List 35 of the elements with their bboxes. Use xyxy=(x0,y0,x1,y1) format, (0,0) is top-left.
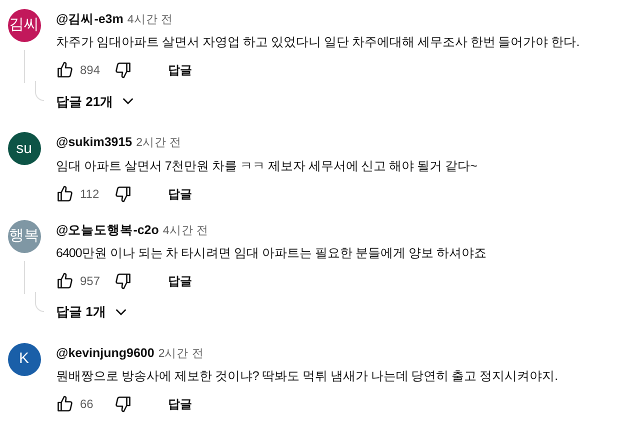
comment-text: 임대 아파트 살면서 7천만원 차를 ㅋㅋ 제보자 세무서에 신고 해야 될거 같다~ xyxy=(56,158,478,174)
user-handle[interactable]: @김씨-e3m xyxy=(56,10,124,29)
reply-button[interactable]: 답글 xyxy=(168,184,192,202)
avatar[interactable]: K xyxy=(8,342,40,376)
like-count: 957 xyxy=(80,272,102,290)
like-count: 112 xyxy=(80,186,100,202)
avatar[interactable]: 김씨 xyxy=(8,9,40,42)
like-count: 894 xyxy=(80,62,102,80)
like-count: 66 xyxy=(80,396,94,413)
comment-time: 4시간 전 xyxy=(162,224,208,238)
thread-curve xyxy=(35,292,44,312)
user-handle[interactable]: @kevinjung9600 xyxy=(56,344,154,362)
thumbs-down-icon[interactable] xyxy=(114,61,132,80)
reply-button[interactable]: 답글 xyxy=(168,395,192,413)
thumbs-up-icon[interactable] xyxy=(56,272,74,290)
avatar[interactable]: su xyxy=(8,132,40,166)
thumbs-up-icon[interactable] xyxy=(56,395,74,413)
thumbs-up-icon[interactable] xyxy=(56,184,74,202)
thumbs-down-icon[interactable] xyxy=(114,395,132,413)
thumbs-down-icon[interactable] xyxy=(114,272,132,290)
comment-time: 4시간 전 xyxy=(127,13,173,28)
thread-curve xyxy=(35,81,44,102)
comment-text: 6400만원 이나 되는 차 타시려면 임대 아파트는 필요한 분들에게 양보 하셔야죠 xyxy=(56,244,488,262)
thumbs-up-icon[interactable] xyxy=(56,61,74,80)
replies-toggle[interactable]: 답글 1개 xyxy=(56,302,128,322)
user-handle[interactable]: @sukim3915 xyxy=(56,133,132,152)
thumbs-down-icon[interactable] xyxy=(114,184,132,202)
comment-time: 2시간 전 xyxy=(136,136,182,152)
comment-text: 뭔배짱으로 방송사에 제보한 것이냐? 딱봐도 먹튀 냄새가 나는데 당연히 출고 정지시켜야지. xyxy=(56,368,559,385)
comment-time: 2시간 전 xyxy=(158,346,204,362)
reply-button[interactable]: 답글 xyxy=(168,272,192,290)
reply-button[interactable]: 답글 xyxy=(168,61,192,80)
user-handle[interactable]: @오늘도행복-c2o xyxy=(56,220,159,240)
replies-toggle[interactable]: 답글 21개 xyxy=(56,91,136,112)
comment-text: 차주가 임대아파트 살면서 자영업 하고 있었다니 일단 차주에대해 세무조사 한번 들어가야 한다. xyxy=(56,34,580,52)
